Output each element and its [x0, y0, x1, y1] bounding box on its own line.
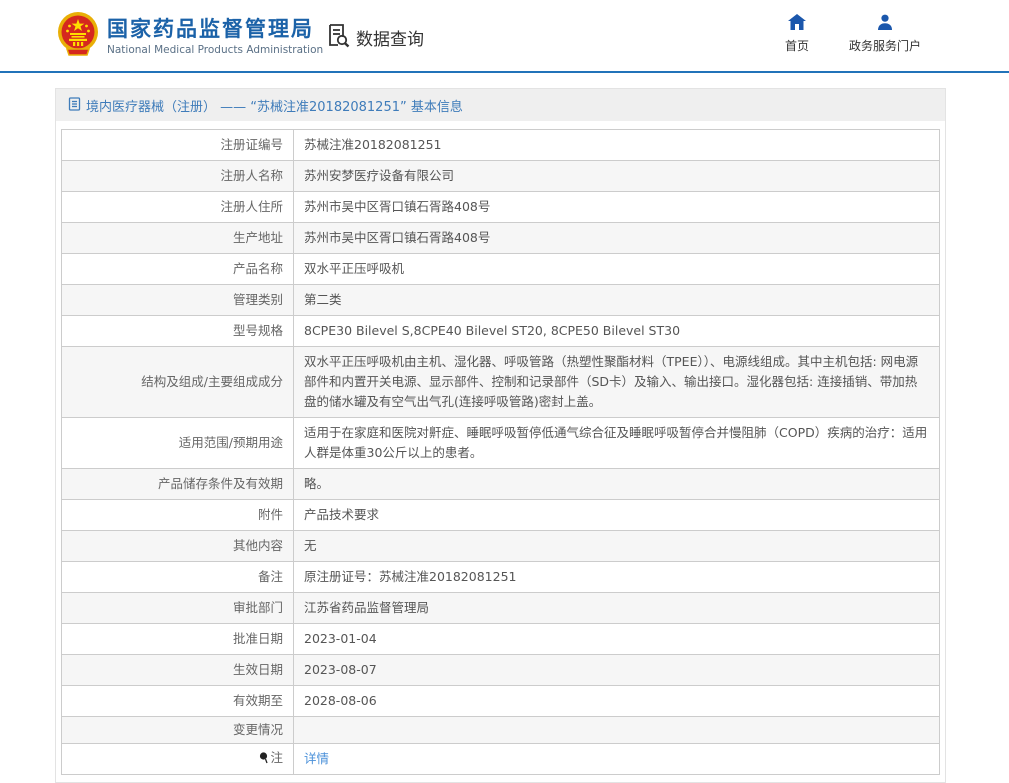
table-row: 适用范围/预期用途适用于在家庭和医院对鼾症、睡眠呼吸暂停低通气综合征及睡眠呼吸暂… — [62, 418, 940, 469]
row-value: 双水平正压呼吸机由主机、湿化器、呼吸管路（热塑性聚酯材料（TPEE））、电源线组… — [294, 347, 940, 418]
row-value: 苏州市吴中区胥口镇石胥路408号 — [294, 192, 940, 223]
site-logo: 国家药品监督管理局 National Medical Products Admi… — [57, 11, 323, 61]
table-row: 生效日期2023-08-07 — [62, 655, 940, 686]
pin-icon — [259, 752, 268, 768]
row-label-text: 注 — [270, 750, 283, 765]
table-row: 有效期至2028-08-06 — [62, 686, 940, 717]
table-row: 批准日期2023-01-04 — [62, 624, 940, 655]
table-row: 注册证编号苏械注准20182081251 — [62, 130, 940, 161]
table-row: 结构及组成/主要组成成分双水平正压呼吸机由主机、湿化器、呼吸管路（热塑性聚酯材料… — [62, 347, 940, 418]
row-label: 管理类别 — [62, 285, 294, 316]
row-label: 生效日期 — [62, 655, 294, 686]
row-label: 生产地址 — [62, 223, 294, 254]
row-label: 产品储存条件及有效期 — [62, 469, 294, 500]
data-query-nav[interactable]: 数据查询 — [325, 22, 424, 52]
table-row: 产品储存条件及有效期略。 — [62, 469, 940, 500]
data-query-label: 数据查询 — [356, 25, 424, 50]
detail-link[interactable]: 详情 — [304, 751, 329, 766]
row-value: 8CPE30 Bilevel S,8CPE40 Bilevel ST20, 8C… — [294, 316, 940, 347]
info-table-body: 注册证编号苏械注准20182081251注册人名称苏州安梦医疗设备有限公司注册人… — [62, 130, 940, 775]
row-value: 无 — [294, 531, 940, 562]
row-value: 详情 — [294, 744, 940, 775]
row-label: 备注 — [62, 562, 294, 593]
detail-panel: 境内医疗器械（注册） —— “苏械注准20182081251” 基本信息 注册证… — [55, 88, 946, 783]
row-value: 苏州安梦医疗设备有限公司 — [294, 161, 940, 192]
table-row: 生产地址苏州市吴中区胥口镇石胥路408号 — [62, 223, 940, 254]
row-label: 注册证编号 — [62, 130, 294, 161]
nav-portal-label: 政务服务门户 — [849, 37, 921, 54]
info-table: 注册证编号苏械注准20182081251注册人名称苏州安梦医疗设备有限公司注册人… — [61, 129, 940, 775]
row-value: 产品技术要求 — [294, 500, 940, 531]
user-icon — [877, 14, 893, 34]
row-value: 略。 — [294, 469, 940, 500]
row-label: 有效期至 — [62, 686, 294, 717]
table-row: 审批部门江苏省药品监督管理局 — [62, 593, 940, 624]
row-value: 2028-08-06 — [294, 686, 940, 717]
document-icon — [68, 96, 81, 115]
row-label: 审批部门 — [62, 593, 294, 624]
table-row: 其他内容无 — [62, 531, 940, 562]
home-icon — [788, 14, 806, 34]
row-label: 注 — [62, 744, 294, 775]
table-row: 附件产品技术要求 — [62, 500, 940, 531]
row-label: 结构及组成/主要组成成分 — [62, 347, 294, 418]
table-row: 管理类别第二类 — [62, 285, 940, 316]
row-value: 苏械注准20182081251 — [294, 130, 940, 161]
row-value: 第二类 — [294, 285, 940, 316]
national-emblem-icon — [57, 11, 99, 61]
table-row: 备注原注册证号：苏械注准20182081251 — [62, 562, 940, 593]
row-value: 适用于在家庭和医院对鼾症、睡眠呼吸暂停低通气综合征及睡眠呼吸暂停合并慢阻肺（CO… — [294, 418, 940, 469]
row-value: 2023-01-04 — [294, 624, 940, 655]
row-value: 双水平正压呼吸机 — [294, 254, 940, 285]
table-row: 产品名称双水平正压呼吸机 — [62, 254, 940, 285]
row-label: 适用范围/预期用途 — [62, 418, 294, 469]
org-name-en: National Medical Products Administration — [107, 44, 323, 56]
nav-portal[interactable]: 政务服务门户 — [849, 14, 921, 54]
row-value: 原注册证号：苏械注准20182081251 — [294, 562, 940, 593]
table-row: 注册人名称苏州安梦医疗设备有限公司 — [62, 161, 940, 192]
row-label: 批准日期 — [62, 624, 294, 655]
row-value: 2023-08-07 — [294, 655, 940, 686]
row-label: 其他内容 — [62, 531, 294, 562]
row-label: 附件 — [62, 500, 294, 531]
document-search-icon — [325, 22, 351, 52]
row-value — [294, 717, 940, 744]
site-header: 国家药品监督管理局 National Medical Products Admi… — [0, 0, 1009, 73]
table-row: 型号规格8CPE30 Bilevel S,8CPE40 Bilevel ST20… — [62, 316, 940, 347]
nav-home[interactable]: 首页 — [785, 14, 809, 54]
panel-title-bar: 境内医疗器械（注册） —— “苏械注准20182081251” 基本信息 — [56, 89, 945, 121]
table-row: 变更情况 — [62, 717, 940, 744]
page-title: 境内医疗器械（注册） —— “苏械注准20182081251” 基本信息 — [86, 96, 463, 115]
row-label: 注册人名称 — [62, 161, 294, 192]
row-value: 江苏省药品监督管理局 — [294, 593, 940, 624]
row-label: 型号规格 — [62, 316, 294, 347]
row-value: 苏州市吴中区胥口镇石胥路408号 — [294, 223, 940, 254]
row-label: 产品名称 — [62, 254, 294, 285]
row-label: 变更情况 — [62, 717, 294, 744]
org-name-cn: 国家药品监督管理局 — [107, 16, 323, 42]
row-label: 注册人住所 — [62, 192, 294, 223]
info-table-wrap: 注册证编号苏械注准20182081251注册人名称苏州安梦医疗设备有限公司注册人… — [56, 121, 945, 782]
top-nav: 首页 政务服务门户 — [785, 14, 921, 54]
nav-home-label: 首页 — [785, 37, 809, 54]
table-row: 注 详情 — [62, 744, 940, 775]
table-row: 注册人住所苏州市吴中区胥口镇石胥路408号 — [62, 192, 940, 223]
